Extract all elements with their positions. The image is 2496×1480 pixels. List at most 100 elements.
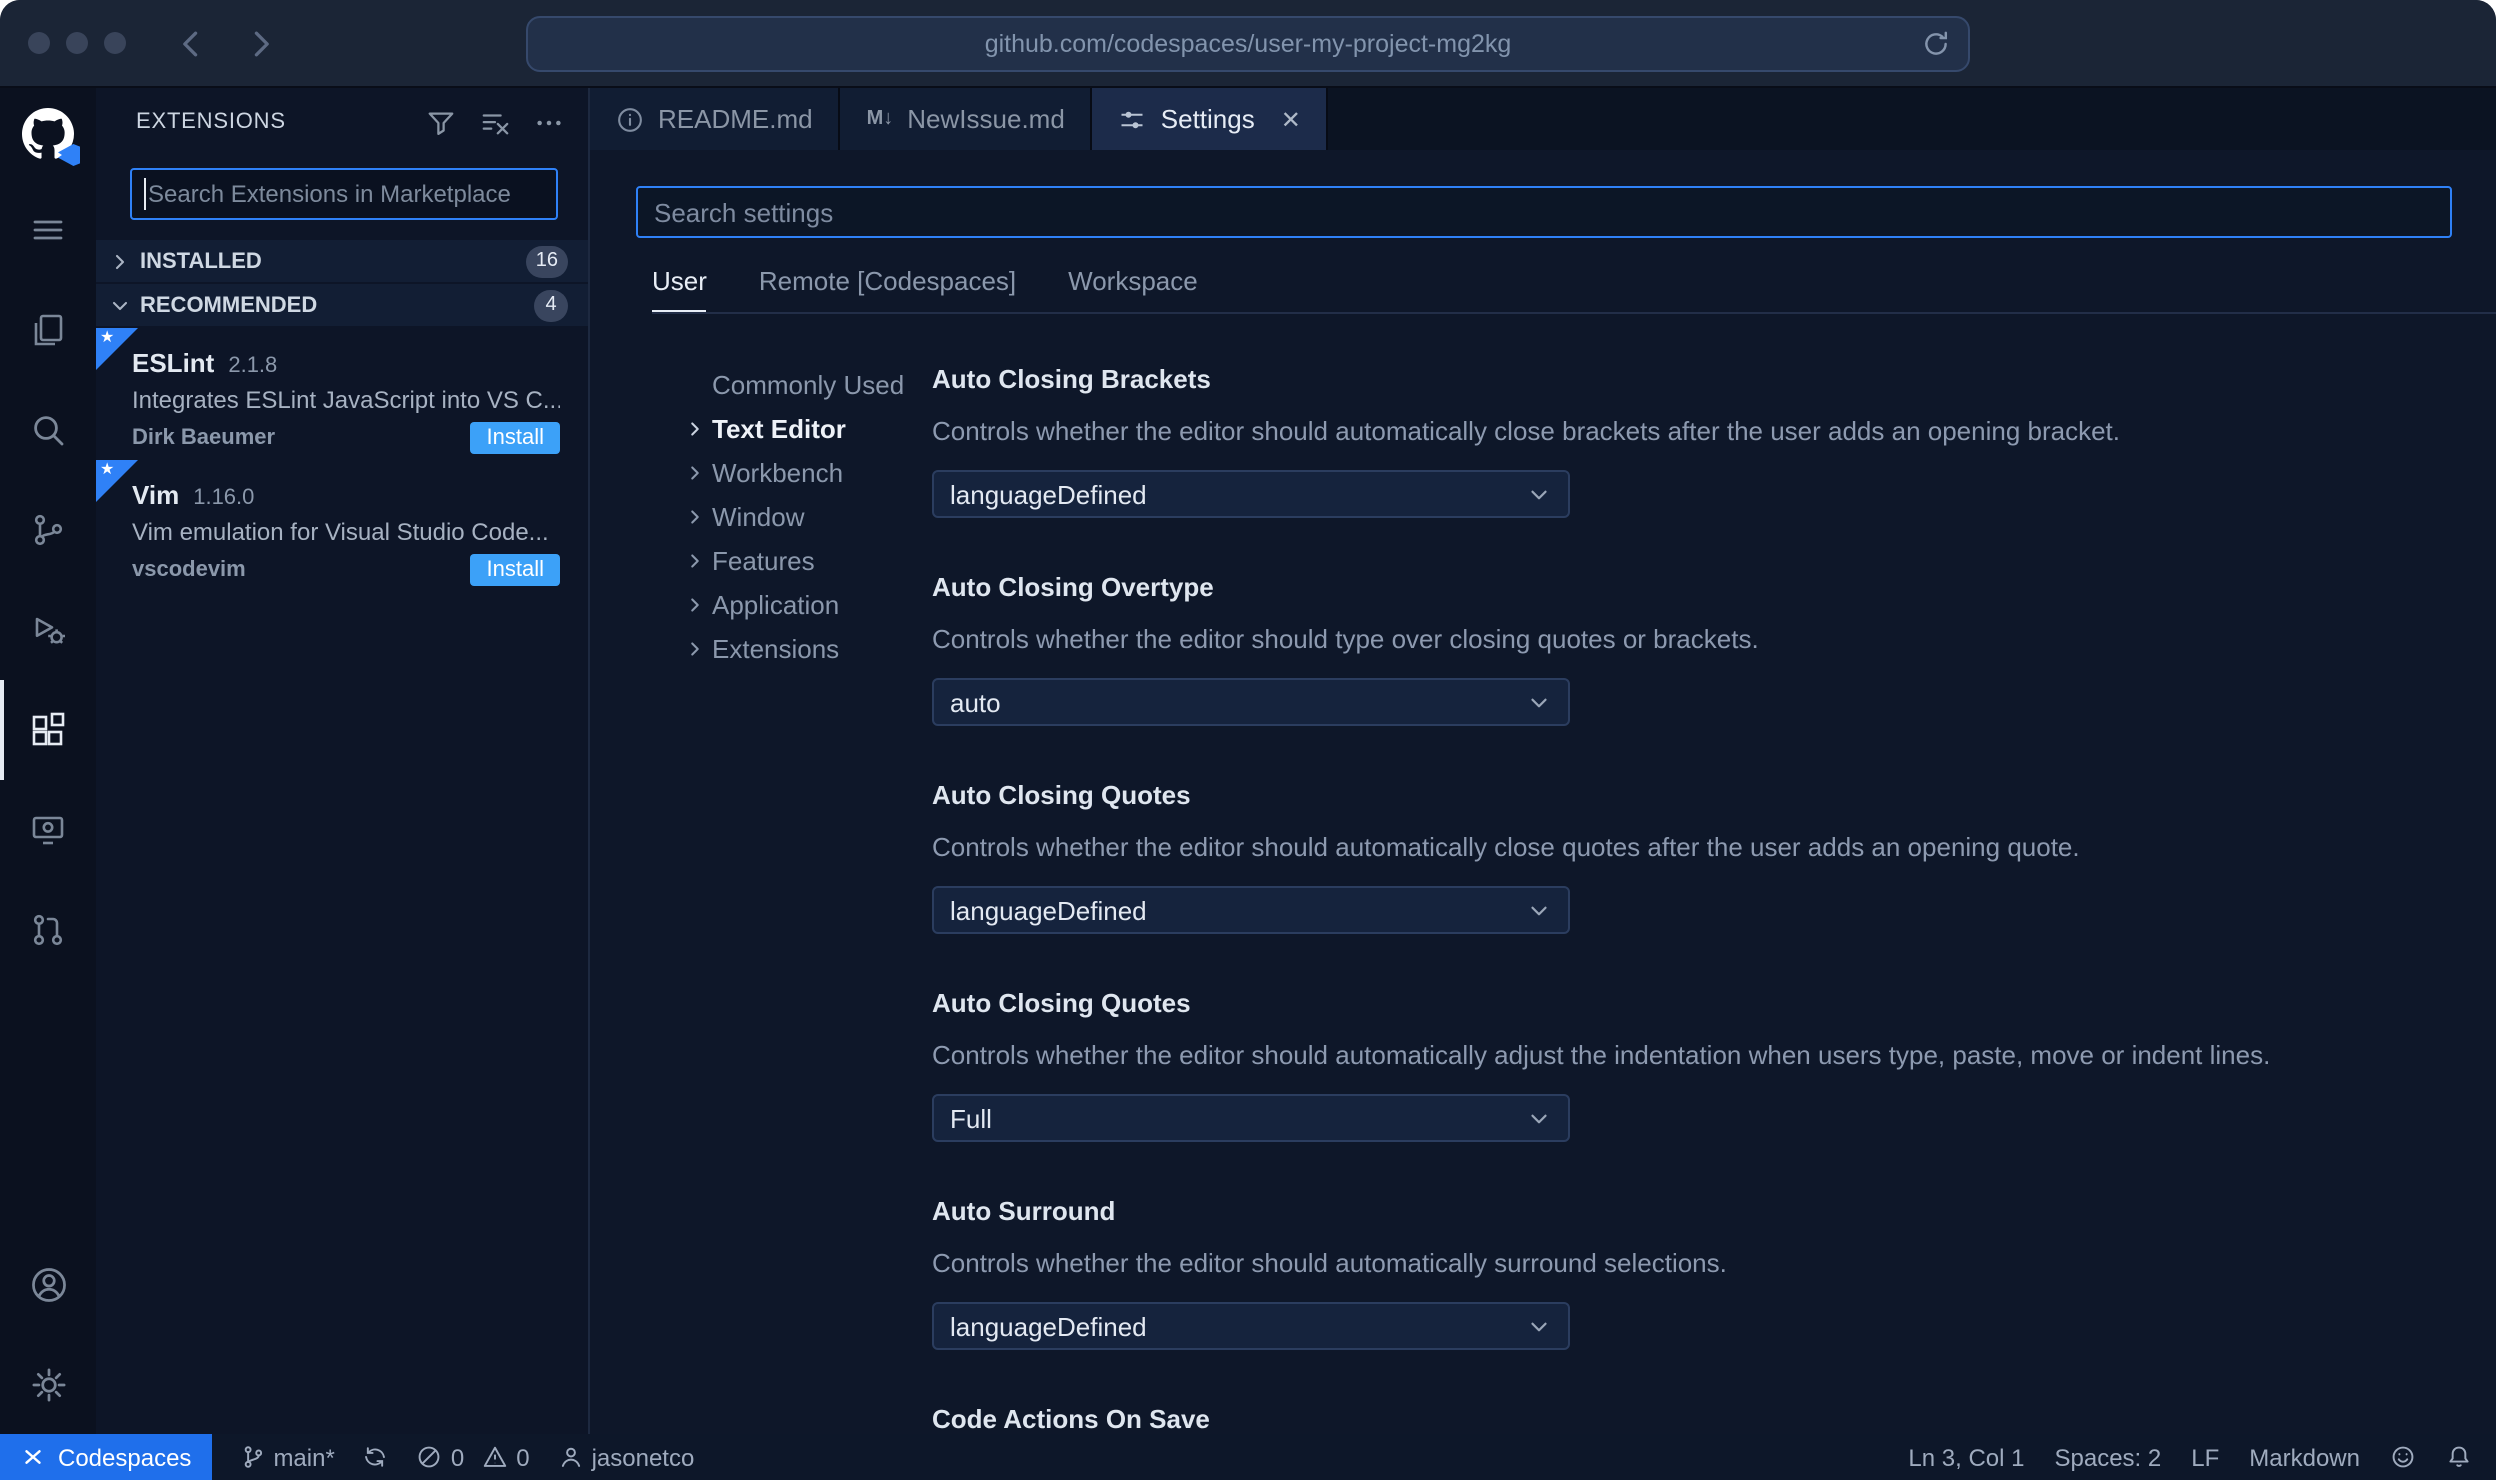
chevron-down-icon [1526,1105,1552,1131]
toc-window[interactable]: Window [684,494,932,538]
toc-extensions[interactable]: Extensions [684,626,932,670]
extension-list-item-eslint[interactable]: ★ ESLint 2.1.8 Integrates ESLint JavaScr… [96,328,588,460]
info-icon [616,105,644,133]
clear-filter-icon[interactable] [480,107,510,137]
section-label: INSTALLED [140,249,262,273]
chevron-right-icon [684,637,712,659]
setting-description: Controls whether the editor should autom… [932,1248,1727,1278]
status-bar: Codespaces main* 0 0 jasonetco Ln 3, Col… [0,1434,2496,1480]
chevron-down-icon [1526,689,1552,715]
tab-readme[interactable]: README.md [590,88,841,150]
forward-icon[interactable] [242,25,278,61]
extensions-icon[interactable] [0,680,96,780]
sync-indicator[interactable] [363,1444,389,1470]
source-control-icon[interactable] [0,480,96,580]
sync-icon [363,1444,389,1470]
menu-icon[interactable] [0,180,96,280]
close-window-button[interactable] [28,32,50,54]
setting-title: Auto Closing Brackets [932,364,1211,394]
extension-name: Vim [132,480,180,510]
toc-features[interactable]: Features [684,538,932,582]
cursor-position[interactable]: Ln 3, Col 1 [1908,1443,2024,1471]
address-bar-url: github.com/codespaces/user-my-project-mg… [984,30,1512,58]
setting-select[interactable]: languageDefined [932,1302,1570,1350]
workbench: EXTENSIONS Search Extensions in Marketpl… [0,88,2496,1434]
settings-editor: User Remote [Codespaces] Workspace Commo… [590,150,2496,1434]
chevron-right-icon [684,417,712,439]
chevron-right-icon [108,249,132,273]
remote-indicator-icon [20,1444,46,1470]
address-bar[interactable]: github.com/codespaces/user-my-project-mg… [526,16,1970,72]
back-icon[interactable] [174,25,210,61]
setting-title: Auto Closing Overtype [932,572,1214,602]
scope-tab-workspace[interactable]: Workspace [1068,266,1198,312]
install-button[interactable]: Install [470,554,560,586]
feedback-icon[interactable] [2390,1444,2416,1470]
editor-tab-bar: README.md M↓ NewIssue.md Settings ✕ [590,88,2496,150]
close-icon[interactable]: ✕ [1281,107,1301,131]
tab-settings[interactable]: Settings ✕ [1092,88,1329,150]
github-logo-icon[interactable] [0,88,96,180]
extension-version: 2.1.8 [228,354,278,378]
extensions-sidebar: EXTENSIONS Search Extensions in Marketpl… [96,88,590,1434]
setting-description: Controls whether the editor should autom… [932,832,2080,862]
run-debug-icon[interactable] [0,580,96,680]
toc-workbench[interactable]: Workbench [684,450,932,494]
chevron-right-icon [684,505,712,527]
setting-item: Auto Closing Quotes Controls whether the… [932,986,2452,1142]
setting-title: Auto Closing Quotes [932,780,1191,810]
pull-request-icon[interactable] [0,880,96,980]
settings-gear-icon[interactable] [0,1334,96,1434]
settings-toc: Commonly Used Text Editor Workbench Wind… [590,362,932,1434]
extensions-search-input[interactable] [130,168,558,220]
refresh-icon[interactable] [1922,30,1950,58]
filter-icon[interactable] [426,107,456,137]
toc-commonly-used[interactable]: Commonly Used [684,362,932,406]
section-label: RECOMMENDED [140,293,318,317]
chevron-down-icon [1526,1313,1552,1339]
indentation[interactable]: Spaces: 2 [2055,1443,2162,1471]
text-cursor [144,178,146,210]
installed-section-header[interactable]: INSTALLED 16 [96,240,588,282]
remote-explorer-icon[interactable] [0,780,96,880]
chevron-right-icon [684,461,712,483]
recommended-section-header[interactable]: RECOMMENDED 4 [96,284,588,326]
search-icon[interactable] [0,380,96,480]
install-button[interactable]: Install [470,422,560,454]
sidebar-title: EXTENSIONS [136,110,286,134]
toc-text-editor[interactable]: Text Editor [684,406,932,450]
window-controls[interactable] [28,32,126,54]
notifications-bell-icon[interactable] [2446,1444,2472,1470]
codespaces-window: github.com/codespaces/user-my-project-mg… [0,0,2496,1480]
account-icon[interactable] [0,1234,96,1334]
setting-select[interactable]: languageDefined [932,886,1570,934]
recommended-count-badge: 4 [534,289,568,321]
setting-item: Auto Closing Brackets Controls whether t… [932,362,2452,518]
markdown-icon: M↓ [866,108,894,130]
branch-indicator[interactable]: main* [239,1443,335,1471]
eol-indicator[interactable]: LF [2191,1443,2219,1471]
toc-application[interactable]: Application [684,582,932,626]
user-indicator[interactable]: jasonetco [558,1443,694,1471]
error-count: 0 [450,1443,465,1471]
setting-description: Controls whether the editor should type … [932,624,1759,654]
tab-label: README.md [658,104,813,134]
setting-item: Auto Surround Controls whether the edito… [932,1194,2452,1350]
maximize-window-button[interactable] [104,32,126,54]
tab-label: Settings [1160,104,1255,134]
setting-select[interactable]: Full [932,1094,1570,1142]
settings-scope-tabs: User Remote [Codespaces] Workspace [652,266,2496,314]
explorer-icon[interactable] [0,280,96,380]
codespaces-remote-indicator[interactable]: Codespaces [0,1434,212,1480]
setting-select[interactable]: languageDefined [932,470,1570,518]
extension-list-item-vim[interactable]: ★ Vim 1.16.0 Vim emulation for Visual St… [96,460,588,592]
problems-indicator[interactable]: 0 0 [417,1443,530,1471]
minimize-window-button[interactable] [66,32,88,54]
settings-search-input[interactable] [636,186,2452,238]
setting-select[interactable]: auto [932,678,1570,726]
language-mode[interactable]: Markdown [2249,1443,2360,1471]
scope-tab-user[interactable]: User [652,266,707,312]
scope-tab-remote[interactable]: Remote [Codespaces] [759,266,1016,312]
tab-newissue[interactable]: M↓ NewIssue.md [840,88,1093,150]
more-actions-icon[interactable] [534,107,564,137]
